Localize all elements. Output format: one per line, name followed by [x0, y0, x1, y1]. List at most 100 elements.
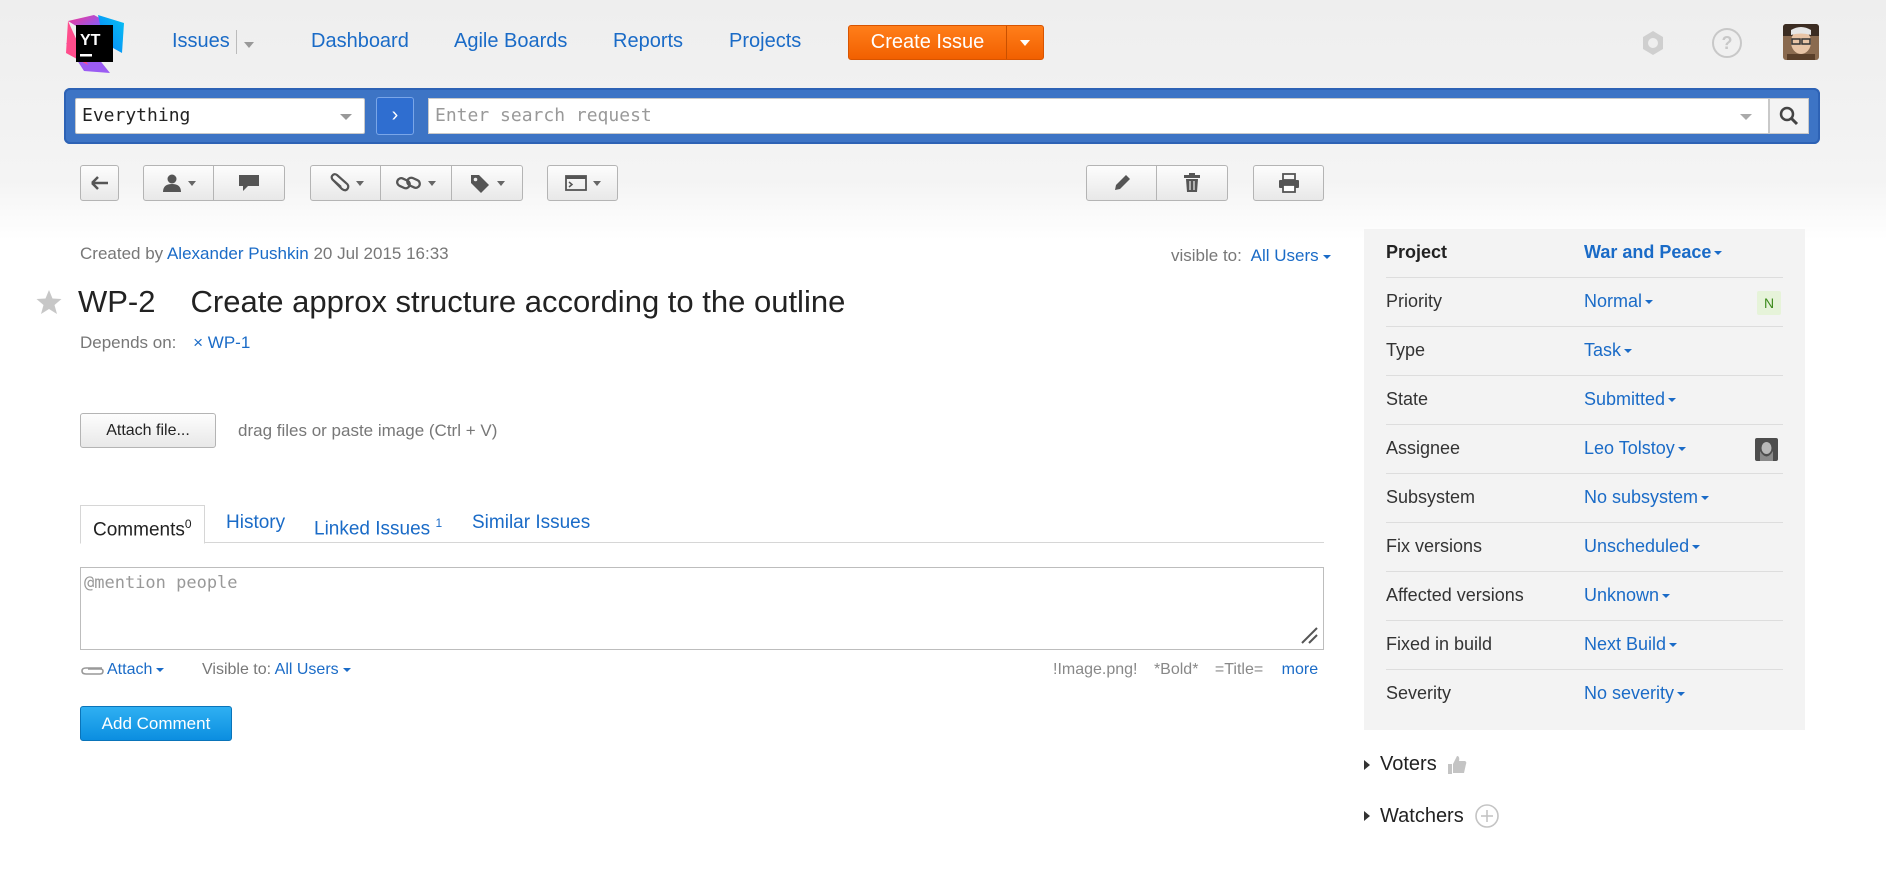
nav-agile-boards[interactable]: Agile Boards: [454, 30, 567, 53]
chevron-down-icon: [1624, 349, 1633, 354]
depends-on-label: Depends on:: [80, 333, 177, 352]
field-value-text: Leo Tolstoy: [1584, 438, 1675, 458]
created-at: 20 Jul 2015 16:33: [313, 244, 449, 263]
field-project: Project War and Peace: [1386, 229, 1783, 278]
back-button[interactable]: [81, 166, 118, 200]
attach-toolbar-button[interactable]: [311, 166, 382, 200]
field-value-fix-versions[interactable]: Unscheduled: [1584, 536, 1701, 557]
field-value-project[interactable]: War and Peace: [1584, 242, 1723, 263]
field-value-type[interactable]: Task: [1584, 340, 1633, 361]
user-icon: [162, 174, 181, 192]
create-issue-dropdown[interactable]: [1006, 26, 1043, 59]
markup-hints: !Image.png! *Bold* =Title= more: [1053, 661, 1318, 679]
user-avatar[interactable]: [1783, 24, 1819, 60]
tab-linked-issues[interactable]: Linked Issues 1: [302, 505, 454, 543]
thumbs-up-icon[interactable]: [1447, 755, 1467, 775]
tab-count: 1: [435, 516, 443, 530]
depends-on-link[interactable]: × WP-1: [193, 333, 250, 352]
field-fix-versions: Fix versions Unscheduled: [1386, 523, 1783, 572]
field-type: Type Task: [1386, 327, 1783, 376]
comment-visibility: Visible to: All Users: [202, 661, 352, 679]
comment-input[interactable]: @mention people: [80, 567, 1324, 650]
field-value-severity[interactable]: No severity: [1584, 683, 1686, 704]
search-input[interactable]: Enter search request: [428, 98, 1769, 134]
voters-section[interactable]: Voters: [1364, 753, 1467, 776]
tab-comments[interactable]: Comments0: [80, 505, 205, 544]
nav-projects[interactable]: Projects: [729, 30, 801, 53]
search-context-go-button[interactable]: ›: [376, 97, 414, 135]
hint-title: =Title=: [1214, 661, 1264, 678]
comment-visible-to-select[interactable]: All Users: [275, 661, 339, 678]
issue-tabs: Comments0 History Linked Issues 1 Simila…: [80, 505, 1324, 544]
visibility-line: visible to: All Users: [1171, 246, 1332, 266]
tab-similar-issues[interactable]: Similar Issues: [460, 505, 602, 543]
comment-button[interactable]: [214, 166, 284, 200]
comment-attach[interactable]: Attach: [80, 661, 165, 679]
issue-summary: Create approx structure according to the…: [190, 284, 846, 319]
field-value-fixed-in-build[interactable]: Next Build: [1584, 634, 1678, 655]
field-value-priority[interactable]: Normal: [1584, 291, 1654, 312]
field-value-state[interactable]: Submitted: [1584, 389, 1677, 410]
watchers-section[interactable]: Watchers: [1364, 803, 1500, 829]
create-issue-label[interactable]: Create Issue: [849, 26, 1006, 59]
tab-history[interactable]: History: [214, 505, 297, 543]
field-value-text: War and Peace: [1584, 242, 1712, 262]
field-label: Fix versions: [1386, 536, 1483, 556]
field-value-subsystem[interactable]: No subsystem: [1584, 487, 1710, 508]
star-icon[interactable]: [36, 289, 62, 315]
nav-issues[interactable]: Issues: [172, 30, 230, 53]
chevron-down-icon: [340, 114, 352, 120]
delete-button[interactable]: [1157, 166, 1227, 200]
trash-icon: [1184, 173, 1200, 192]
edit-button[interactable]: [1087, 166, 1157, 200]
field-label: Type: [1386, 340, 1426, 360]
field-value-affected-versions[interactable]: Unknown: [1584, 585, 1671, 606]
priority-badge: N: [1757, 291, 1781, 315]
chevron-down-icon: [592, 180, 601, 186]
plus-circle-icon[interactable]: [1474, 803, 1500, 829]
markup-more-link[interactable]: more: [1282, 661, 1318, 678]
chevron-down-icon: [1701, 496, 1710, 501]
attach-link-tag-group: [310, 165, 523, 201]
chevron-down-icon: [496, 180, 505, 186]
field-subsystem: Subsystem No subsystem: [1386, 474, 1783, 523]
field-value-assignee[interactable]: Leo Tolstoy: [1584, 438, 1686, 459]
visible-to-select[interactable]: All Users: [1251, 246, 1319, 265]
chevron-down-icon: [1645, 300, 1654, 305]
field-label: Subsystem: [1386, 487, 1476, 507]
issue-title-row: WP-2 Create approx structure according t…: [36, 282, 845, 322]
command-window-button[interactable]: [548, 166, 617, 200]
chevron-down-icon: [343, 667, 352, 672]
field-value-text: Submitted: [1584, 389, 1666, 409]
add-comment-button[interactable]: Add Comment: [80, 706, 232, 741]
speech-bubble-icon: [239, 175, 259, 191]
create-issue-button[interactable]: Create Issue: [848, 25, 1044, 60]
assign-button[interactable]: [144, 166, 214, 200]
help-icon[interactable]: ?: [1712, 28, 1742, 58]
youtrack-logo[interactable]: YT: [64, 13, 126, 75]
issues-dropdown-icon[interactable]: [244, 42, 254, 48]
chevron-down-icon[interactable]: [1740, 114, 1752, 120]
search-context-select[interactable]: Everything: [75, 98, 365, 134]
gear-icon[interactable]: [1638, 28, 1668, 58]
chevron-down-icon: [1662, 594, 1671, 599]
expand-triangle-icon: [1364, 811, 1370, 821]
link-issue-button[interactable]: [381, 166, 452, 200]
attach-file-button[interactable]: Attach file...: [80, 413, 216, 448]
tag-button[interactable]: [452, 166, 522, 200]
author-link[interactable]: Alexander Pushkin: [167, 244, 309, 263]
resize-handle-icon[interactable]: [1299, 625, 1319, 645]
issue-fields-panel: Project War and Peace Priority Normal N …: [1364, 229, 1805, 730]
field-value-text: Next Build: [1584, 634, 1667, 654]
tab-label: Similar Issues: [472, 512, 591, 533]
paperclip-icon: [330, 173, 350, 192]
nav-dashboard[interactable]: Dashboard: [311, 30, 409, 53]
search-button[interactable]: [1769, 98, 1809, 134]
printer-icon: [1278, 173, 1299, 193]
nav-reports[interactable]: Reports: [613, 30, 683, 53]
chevron-down-icon: [1692, 545, 1701, 550]
back-arrow-icon: [90, 176, 108, 190]
hint-bold: *Bold*: [1153, 661, 1199, 678]
print-button[interactable]: [1254, 166, 1323, 200]
assignee-avatar: [1755, 438, 1778, 461]
